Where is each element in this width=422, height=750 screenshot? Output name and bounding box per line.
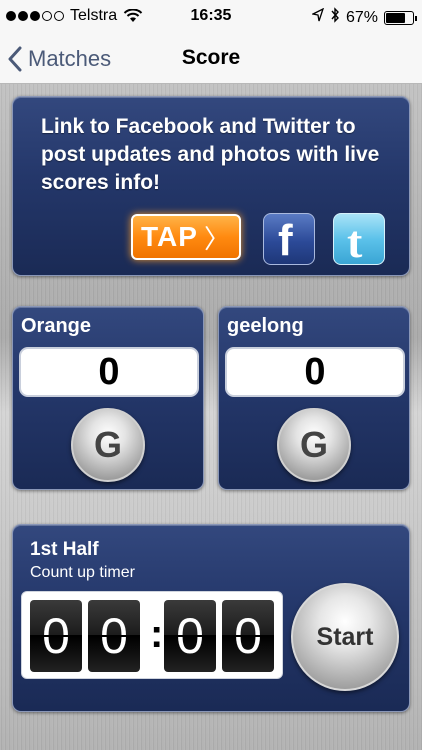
chevron-right-icon: 〉 (203, 223, 231, 254)
goal-button[interactable]: G (277, 408, 351, 482)
period-label: 1st Half (30, 539, 99, 560)
status-bar: Telstra 16:35 67% (0, 0, 422, 34)
team-name: Orange (21, 315, 92, 337)
team-panel-home: Orange 0 G (12, 306, 204, 490)
battery-cap (415, 15, 417, 21)
battery-fill (386, 12, 405, 23)
timer-separator: : (150, 612, 164, 656)
team-score: 0 (19, 347, 199, 397)
start-timer-button[interactable]: Start (291, 583, 399, 691)
timer-digit-seconds-ones: 0 (222, 600, 274, 672)
team-name: geelong (227, 315, 304, 337)
timer-display: 0 0 : 0 0 (21, 591, 283, 679)
timer-mode-label: Count up timer (30, 564, 135, 581)
team-score: 0 (225, 347, 405, 397)
status-right: 67% (310, 7, 417, 28)
twitter-icon: t (347, 216, 363, 265)
timer-panel: 1st Half Count up timer 0 0 : 0 0 Start (12, 524, 410, 712)
tap-button-label: TAP (141, 221, 198, 252)
goal-button[interactable]: G (71, 408, 145, 482)
timer-digit-minutes-ones: 0 (88, 600, 140, 672)
timer-digit-minutes-tens: 0 (30, 600, 82, 672)
promo-text: Link to Facebook and Twitter to post upd… (41, 115, 380, 194)
location-icon (310, 7, 325, 27)
battery-icon (384, 10, 417, 25)
team-panel-away: geelong 0 G (218, 306, 410, 490)
tap-button[interactable]: TAP 〉 (131, 214, 241, 260)
twitter-button[interactable]: t (333, 213, 385, 265)
social-share-panel: Link to Facebook and Twitter to post upd… (12, 96, 410, 276)
facebook-button[interactable]: f (263, 213, 315, 265)
navigation-bar: Matches Score (0, 34, 422, 84)
bluetooth-icon (330, 7, 340, 28)
timer-digit-seconds-tens: 0 (164, 600, 216, 672)
facebook-icon: f (278, 216, 293, 265)
page-title: Score (181, 46, 241, 69)
battery-percent: 67% (345, 8, 378, 26)
